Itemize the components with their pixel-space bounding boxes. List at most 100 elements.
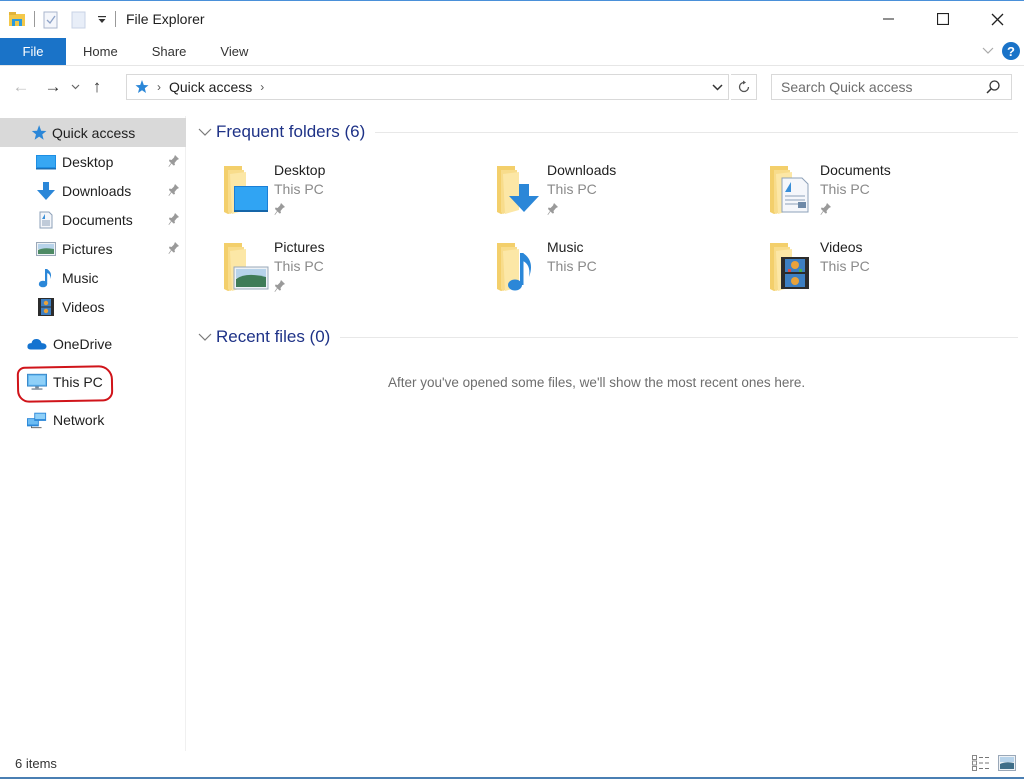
recent-files-header[interactable]: Recent files (0) [198,327,1018,347]
folder-location: This PC [274,258,324,274]
search-icon[interactable] [985,79,1001,95]
sidebar-item-music[interactable]: Music [0,263,186,292]
folder-tile-downloads[interactable]: Downloads This PC [493,162,753,224]
back-button[interactable]: ← [8,74,34,100]
pin-icon[interactable] [168,212,180,226]
customize-toolbar-icon[interactable] [97,11,107,27]
pin-icon[interactable] [168,154,180,168]
recent-locations-button[interactable] [66,74,84,100]
pictures-icon [36,240,56,258]
sidebar-item-videos[interactable]: Videos [0,292,186,321]
pin-icon[interactable] [547,202,559,216]
folder-tile-desktop[interactable]: Desktop This PC [220,162,480,224]
chevron-down-icon [71,84,79,90]
up-button[interactable]: ↑ [84,74,110,100]
toolbar-separator [115,11,116,27]
close-icon [991,13,1003,25]
folder-location: This PC [820,258,870,274]
details-view-icon[interactable] [972,755,990,771]
close-button[interactable] [970,1,1024,37]
folder-tile-pictures[interactable]: Pictures This PC [220,239,480,301]
sidebar-item-label: Network [53,411,105,428]
breadcrumb-quick-access[interactable]: Quick access [169,79,252,95]
navigation-pane: Quick access Desktop Downloads Documents [0,116,186,751]
refresh-icon [738,80,749,93]
refresh-button[interactable] [731,74,757,100]
quick-access-star-icon [133,79,149,95]
videos-folder-icon [766,239,809,295]
collapse-chevron-icon[interactable] [198,127,212,137]
pin-icon[interactable] [820,202,832,216]
window-title: File Explorer [126,11,205,27]
sidebar-item-label: Quick access [52,124,136,141]
folder-location: This PC [274,181,324,197]
breadcrumb-separator-icon[interactable]: › [157,80,161,94]
sidebar-item-label: Downloads [62,182,132,199]
sidebar-item-pictures[interactable]: Pictures [0,234,186,263]
pin-icon[interactable] [274,202,286,216]
expand-ribbon-chevron-icon[interactable] [982,44,994,58]
search-input[interactable] [781,79,981,95]
ribbon-right-controls: ? [982,42,1020,60]
tab-share[interactable]: Share [135,38,204,65]
group-title: Frequent folders (6) [216,122,366,141]
pictures-folder-icon [220,239,269,295]
folder-tile-documents[interactable]: Documents This PC [766,162,1024,224]
navigation-bar: ← → ↑ › Quick access › [0,71,1024,103]
documents-folder-icon [766,162,809,218]
sidebar-item-label: OneDrive [53,335,113,352]
status-bar: 6 items [0,751,1024,775]
ribbon-tabs: File Home Share View ? [0,38,1024,66]
pin-icon[interactable] [168,241,180,255]
sidebar-item-network[interactable]: Network [0,405,186,434]
folder-name: Downloads [547,162,617,178]
item-count: 6 items [15,755,57,771]
tab-home[interactable]: Home [66,38,135,65]
help-icon[interactable]: ? [1002,42,1020,60]
folder-location: This PC [547,258,597,274]
recent-files-empty-message: After you've opened some files, we'll sh… [388,375,806,390]
collapse-chevron-icon[interactable] [198,332,212,342]
quick-access-toolbar: File Explorer [0,1,205,37]
frequent-folders-header[interactable]: Frequent folders (6) [198,122,1018,142]
sidebar-item-label: Pictures [62,240,113,257]
sidebar-item-label: This PC [53,373,103,390]
maximize-button[interactable] [916,1,970,37]
download-icon [36,181,56,200]
tab-file[interactable]: File [0,38,66,65]
address-bar[interactable]: › Quick access › [126,74,729,100]
sidebar-item-downloads[interactable]: Downloads [0,176,186,205]
star-icon [29,124,47,142]
folder-name: Videos [820,239,863,255]
file-explorer-window: File Explorer File Home Share View ? ← →… [0,0,1024,779]
tab-view[interactable]: View [203,38,265,65]
new-folder-icon[interactable] [71,11,89,29]
desktop-icon [36,153,56,171]
forward-button[interactable]: → [40,74,66,100]
maximize-icon [937,13,949,25]
sidebar-item-label: Music [62,269,99,286]
music-folder-icon [493,239,531,295]
folder-name: Pictures [274,239,325,255]
address-history-dropdown[interactable] [706,75,728,99]
sidebar-item-documents[interactable]: Documents [0,205,186,234]
large-icons-view-icon[interactable] [998,755,1016,771]
properties-icon[interactable] [43,11,61,29]
breadcrumb-separator-icon[interactable]: › [260,80,264,94]
sidebar-item-desktop[interactable]: Desktop [0,147,186,176]
computer-icon [27,373,47,391]
pin-icon[interactable] [168,183,180,197]
search-box[interactable] [771,74,1012,100]
videos-icon [36,297,56,316]
pin-icon[interactable] [274,279,286,293]
minimize-button[interactable] [862,1,916,37]
sidebar-item-onedrive[interactable]: OneDrive [0,329,186,358]
sidebar-item-this-pc[interactable]: This PC [0,367,186,396]
folder-tile-videos[interactable]: Videos This PC [766,239,1024,301]
sidebar-item-label: Documents [62,211,133,228]
sidebar-item-quick-access[interactable]: Quick access [0,118,186,147]
window-controls [862,1,1024,37]
music-icon [36,268,56,287]
folder-tile-music[interactable]: Music This PC [493,239,753,301]
document-icon [36,211,56,229]
